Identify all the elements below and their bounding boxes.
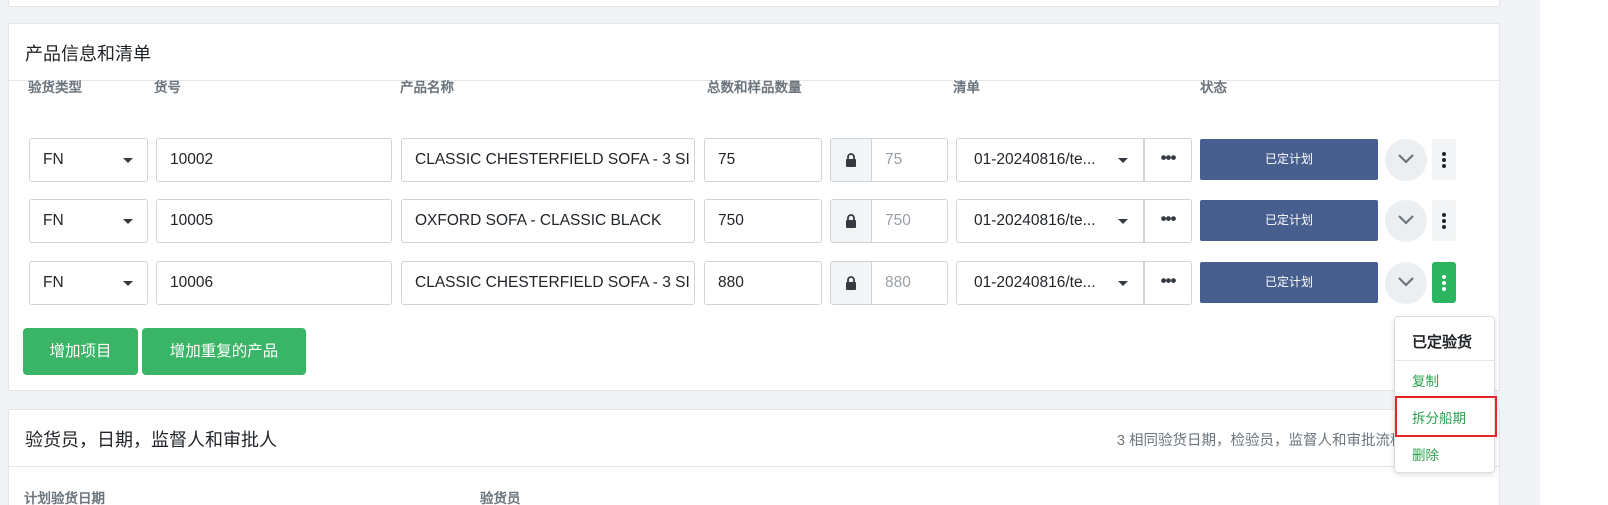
menu-item-delete[interactable]: 删除 [1412,444,1439,464]
product-name-input[interactable]: CLASSIC CHESTERFIELD SOFA - 3 SI [401,138,695,182]
inspection-type-select[interactable]: FN [29,199,148,243]
sample-quantity-input[interactable]: 880 [871,261,948,305]
products-card-header: 产品信息和清单 [9,24,1499,81]
caret-down-icon [123,158,133,163]
item-no-input[interactable]: 10006 [156,261,392,305]
sample-lock-toggle[interactable] [830,261,872,305]
column-label-type: 验货类型 [28,80,82,95]
row-actions-button[interactable] [1432,200,1456,241]
inspection-type-select[interactable]: FN [29,261,148,305]
inspection-type-select[interactable]: FN [29,138,148,182]
sample-lock-toggle[interactable] [830,138,872,182]
previous-card-edge [8,0,1500,7]
column-label-quantity: 总数和样品数量 [707,80,802,95]
list-select-value: 01-20240816/te... [974,212,1096,229]
inspector-label: 验货员 [480,491,521,505]
list-select-value: 01-20240816/te... [974,274,1096,291]
sample-quantity-input[interactable]: 75 [871,138,948,182]
inspection-card-title: 验货员，日期，监督人和审批人 [25,430,277,450]
list-more-button[interactable]: ••• [1144,261,1192,305]
item-no-input[interactable]: 10005 [156,199,392,243]
planned-date-label: 计划验货日期 [24,491,105,505]
inspection-card-header: 验货员，日期，监督人和审批人 3 相同验货日期，检验员，监督人和审批流程的验货。… [9,410,1499,467]
list-select[interactable]: 01-20240816/te... [956,138,1144,182]
expand-row-button[interactable] [1385,200,1427,242]
sample-quantity-input[interactable]: 750 [871,199,948,243]
add-item-button[interactable]: 增加项目 [23,328,138,375]
column-label-item-no: 货号 [154,80,181,95]
list-more-button[interactable]: ••• [1144,199,1192,243]
caret-down-icon [123,219,133,224]
total-quantity-input[interactable]: 75 [704,138,822,182]
list-select[interactable]: 01-20240816/te... [956,261,1144,305]
status-button[interactable]: 已定计划 [1200,200,1378,241]
page-scroll-area [1540,0,1608,505]
caret-down-icon [1118,158,1128,163]
chevron-down-icon [1398,154,1414,164]
product-name-input[interactable]: OXFORD SOFA - CLASSIC BLACK [401,199,695,243]
add-duplicate-product-button[interactable]: 增加重复的产品 [142,328,306,375]
inspection-type-value: FN [43,212,64,229]
expand-row-button[interactable] [1385,262,1427,304]
highlight-box [1395,396,1497,437]
menu-item-copy[interactable]: 复制 [1412,370,1439,390]
lock-icon [846,214,856,228]
row-actions-dropdown: 已定验货 复制 拆分船期 删除 [1394,316,1495,473]
inspection-card: 验货员，日期，监督人和审批人 3 相同验货日期，检验员，监督人和审批流程的验货。… [8,409,1500,505]
list-more-button[interactable]: ••• [1144,138,1192,182]
chevron-down-icon [1398,277,1414,287]
caret-down-icon [123,281,133,286]
chevron-down-icon [1398,215,1414,225]
item-no-input[interactable]: 10002 [156,138,392,182]
lock-icon [846,153,856,167]
total-quantity-input[interactable]: 750 [704,199,822,243]
column-label-status: 状态 [1200,80,1227,95]
column-label-list: 清单 [953,80,980,95]
total-quantity-input[interactable]: 880 [704,261,822,305]
expand-row-button[interactable] [1385,139,1427,181]
sample-lock-toggle[interactable] [830,199,872,243]
list-select-value: 01-20240816/te... [974,151,1096,168]
product-name-input[interactable]: CLASSIC CHESTERFIELD SOFA - 3 SI [401,261,695,305]
list-select[interactable]: 01-20240816/te... [956,199,1144,243]
row-actions-button[interactable] [1432,139,1456,180]
row-actions-button[interactable] [1432,262,1456,303]
products-card-title: 产品信息和清单 [25,44,151,64]
caret-down-icon [1118,219,1128,224]
inspection-type-value: FN [43,274,64,291]
column-label-product-name: 产品名称 [400,80,454,95]
status-button[interactable]: 已定计划 [1200,262,1378,303]
inspection-type-value: FN [43,151,64,168]
lock-icon [846,276,856,290]
caret-down-icon [1118,281,1128,286]
status-button[interactable]: 已定计划 [1200,139,1378,180]
dropdown-header: 已定验货 [1395,317,1494,361]
